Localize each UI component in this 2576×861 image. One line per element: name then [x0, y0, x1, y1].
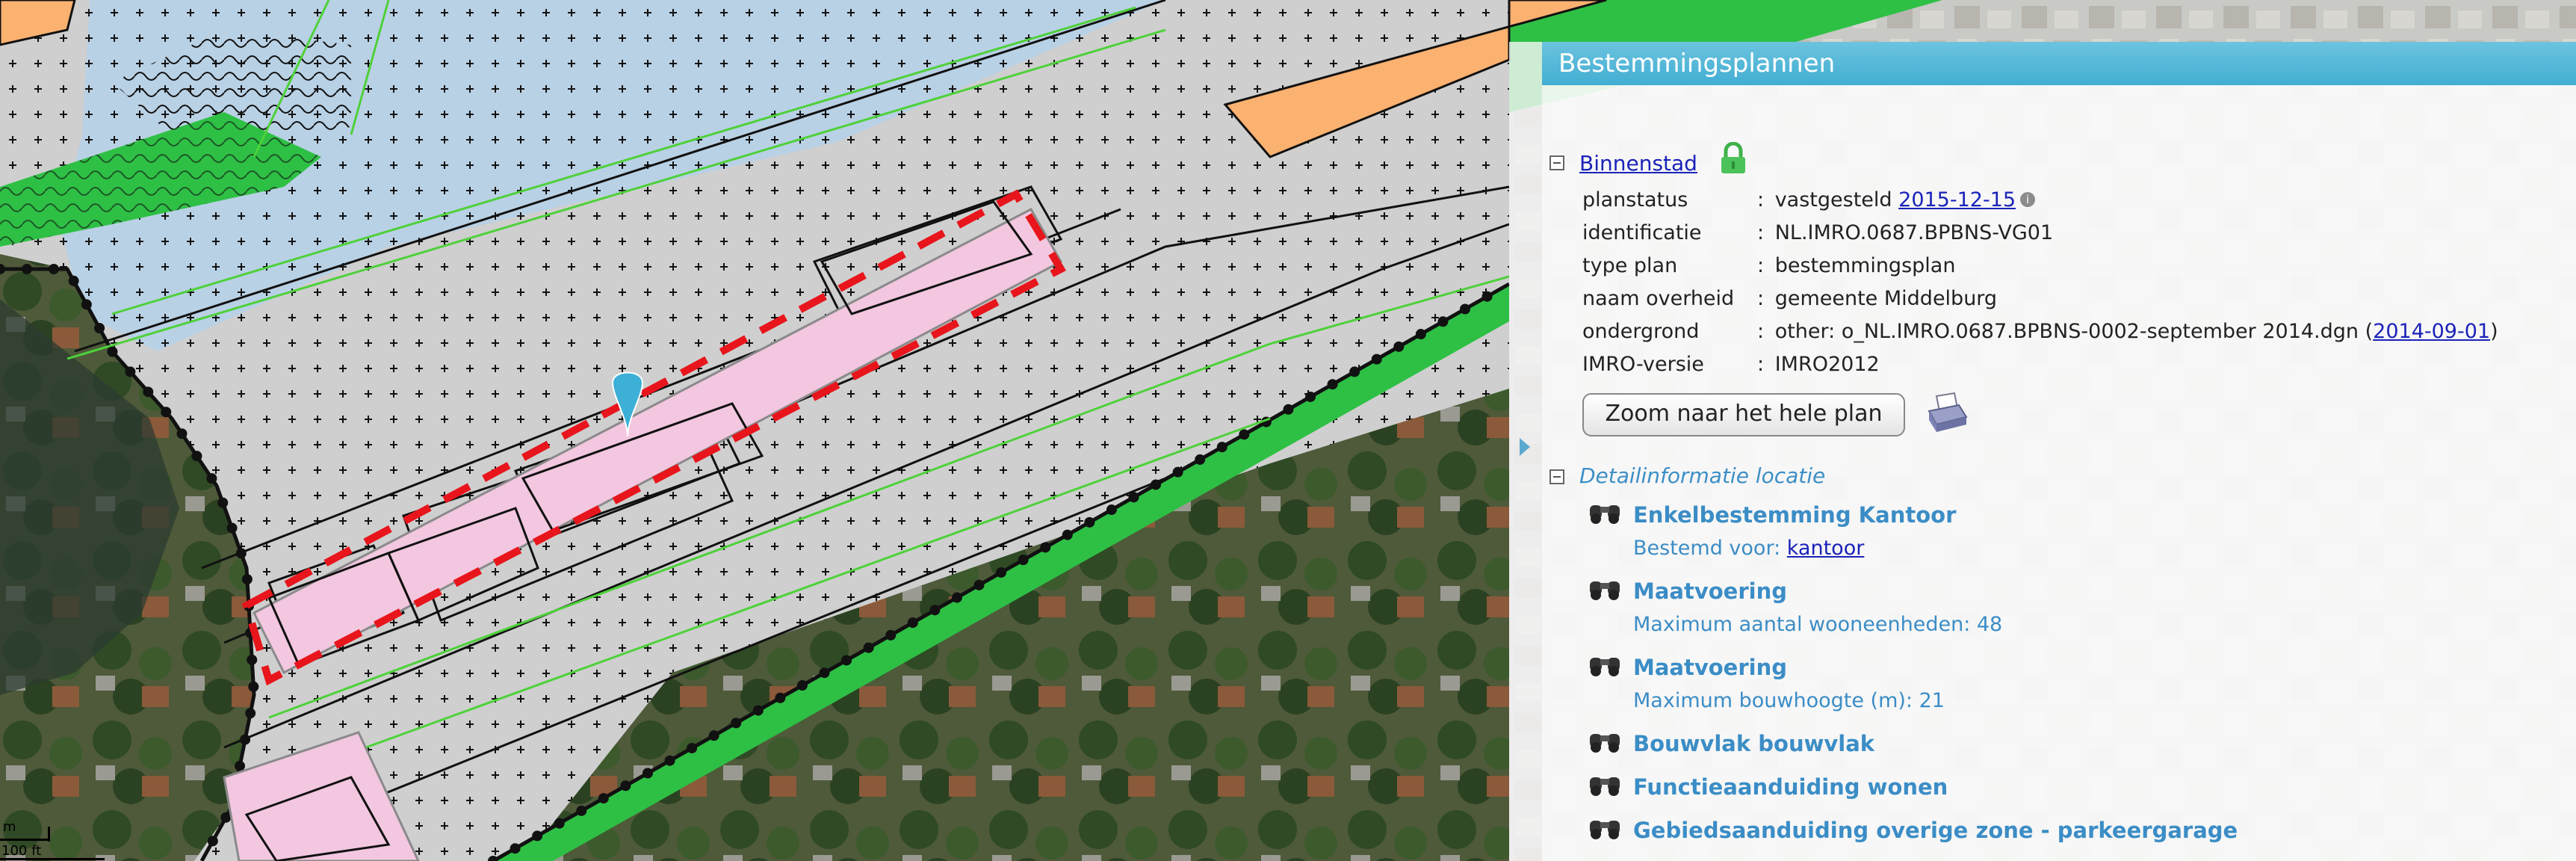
- plan-name-link[interactable]: Binnenstad: [1579, 151, 1697, 176]
- meta-separator: :: [1757, 221, 1765, 244]
- kantoor-link[interactable]: kantoor: [1787, 537, 1865, 560]
- binoculars-icon[interactable]: [1587, 575, 1624, 601]
- meta-label: naam overheid: [1582, 287, 1735, 310]
- scale-imperial-label: 100 ft: [1, 843, 42, 859]
- detail-sub: Bestemd voor: kantoor: [1633, 537, 1864, 560]
- panel-collapse-icon[interactable]: [1520, 438, 1530, 456]
- meta-naam-overheid: naam overheid: gemeente Middelburg: [1582, 287, 1997, 310]
- detail-heading[interactable]: Functieaanduiding wonen: [1633, 774, 1948, 800]
- detail-heading[interactable]: Bouwvlak bouwvlak: [1633, 731, 1874, 756]
- detail-section-title: Detailinformatie locatie: [1579, 463, 1826, 488]
- meta-imro-versie: IMRO-versie: IMRO2012: [1582, 353, 1880, 376]
- detail-sub-text: Bestemd voor:: [1633, 537, 1781, 560]
- panel-title: Bestemmingsplannen: [1542, 42, 2576, 85]
- detail-sub-text: Maximum aantal wooneenheden: 48: [1633, 613, 2003, 636]
- meta-label: IMRO-versie: [1582, 353, 1704, 376]
- meta-ondergrond: ondergrond: other: o_NL.IMRO.0687.BPBNS-…: [1582, 320, 2498, 343]
- binoculars-icon[interactable]: [1587, 815, 1624, 840]
- detail-heading[interactable]: Maatvoering: [1633, 578, 1787, 604]
- meta-value: NL.IMRO.0687.BPBNS-VG01: [1774, 221, 2054, 244]
- scale-imperial-bar: [0, 858, 105, 860]
- scale-tick: [48, 827, 50, 842]
- binoculars-icon[interactable]: [1587, 652, 1624, 677]
- meta-value: gemeente Middelburg: [1774, 287, 1998, 310]
- detail-heading[interactable]: Gebiedsaanduiding overige zone - parkeer…: [1633, 818, 2238, 843]
- meta-label: identificatie: [1582, 221, 1702, 244]
- meta-value: IMRO2012: [1774, 353, 1880, 376]
- meta-separator: :: [1757, 353, 1765, 376]
- plan-collapse-icon[interactable]: [1549, 155, 1564, 170]
- binoculars-icon[interactable]: [1587, 499, 1624, 525]
- detail-heading[interactable]: Maatvoering: [1633, 655, 1787, 680]
- planstatus-date-link[interactable]: 2015-12-15: [1898, 188, 2016, 212]
- zoom-to-plan-button[interactable]: Zoom naar het hele plan: [1582, 393, 1905, 436]
- scale-metric-bar: [0, 839, 49, 841]
- detail-sub-text: Maximum bouwhoogte (m): 21: [1633, 689, 1945, 712]
- meta-label: type plan: [1582, 254, 1678, 277]
- print-icon[interactable]: [1925, 392, 1969, 436]
- detail-heading[interactable]: Enkelbestemming Kantoor: [1633, 502, 1956, 528]
- binoculars-icon[interactable]: [1587, 771, 1624, 797]
- meta-separator: :: [1757, 188, 1765, 212]
- info-icon[interactable]: i: [2020, 192, 2036, 207]
- binoculars-icon[interactable]: [1587, 728, 1624, 753]
- meta-label: ondergrond: [1582, 320, 1700, 343]
- meta-planstatus: planstatus: vastgesteld 2015-12-15 i: [1582, 188, 2036, 212]
- meta-separator: :: [1757, 287, 1765, 310]
- meta-separator: :: [1757, 254, 1765, 277]
- meta-suffix: ): [2490, 320, 2498, 343]
- meta-value: other: o_NL.IMRO.0687.BPBNS-0002-septemb…: [1774, 320, 2374, 343]
- lock-icon: [1721, 142, 1745, 173]
- meta-value: bestemmingsplan: [1774, 254, 1956, 277]
- ondergrond-date-link[interactable]: 2014-09-01: [2373, 320, 2490, 343]
- detail-collapse-icon[interactable]: [1549, 469, 1564, 484]
- meta-separator: :: [1757, 320, 1765, 343]
- scale-bar: m 100 ft: [0, 815, 105, 861]
- scale-metric-label: m: [3, 819, 16, 835]
- meta-value: vastgesteld: [1774, 188, 1892, 212]
- meta-identificatie: identificatie: NL.IMRO.0687.BPBNS-VG01: [1582, 221, 2053, 244]
- meta-label: planstatus: [1582, 188, 1688, 212]
- meta-type-plan: type plan: bestemmingsplan: [1582, 254, 1955, 277]
